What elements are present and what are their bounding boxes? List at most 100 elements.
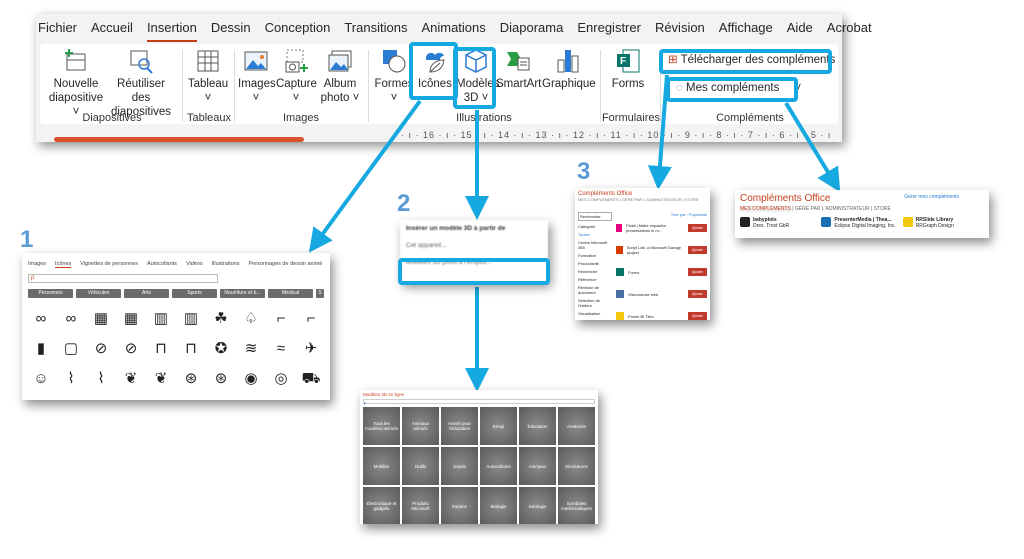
add-button[interactable]: Ajouter (687, 290, 707, 298)
3d-category-tile[interactable]: Éducation (519, 407, 556, 445)
manage-addins-link[interactable]: Gérer mes compléments (904, 194, 959, 200)
icon-tile[interactable]: ⊓ (148, 336, 174, 362)
tab-my-addins[interactable]: MES COMPLÉMENTS (740, 206, 791, 212)
tab-vignettes[interactable]: Vignettes de personnes (80, 261, 138, 268)
store-category[interactable]: Recherche (578, 269, 612, 274)
arrow-to-store (647, 74, 672, 190)
3d-category-tile[interactable]: Mobilier (363, 447, 400, 485)
icons-grid: ∞ ∞ ▦ ▦ ▥ ▥ ☘ ♤ ⌐ ⌐ ▮ ▢ ⊘ ⊘ ⊓ ⊓ ✪ ≋ ≈ ✈ ☺ ⌇ ⌇ ❦ ❦ ⊛ ⊛ ◉ ◎ ⛟ (22, 298, 330, 400)
store-categories: Toutes Centre Microsoft 365 Formation Produ… (578, 232, 612, 316)
store-category[interactable]: Révision de document (578, 285, 612, 295)
icon-tile[interactable]: ⛟ (298, 366, 324, 392)
3d-category-tile[interactable]: Géologie (519, 487, 556, 524)
add-button[interactable]: Ajouter (687, 224, 707, 232)
store-category[interactable]: Formation (578, 253, 612, 258)
icon-tile[interactable]: ≈ (268, 336, 294, 362)
icon-tile[interactable]: ▥ (148, 306, 174, 332)
category-chip[interactable]: Sports (172, 289, 217, 298)
3d-category-tile[interactable]: Anatomie (558, 407, 595, 445)
3d-category-tile[interactable]: Animaux animés (402, 407, 439, 445)
3d-category-tile[interactable]: Symboles mathématiques (558, 487, 595, 524)
store-category[interactable]: Productivité (578, 261, 612, 266)
tab-autocollants[interactable]: Autocollants (147, 261, 177, 268)
icon-tile[interactable]: ✈ (298, 336, 324, 362)
add-button[interactable]: Ajouter (687, 246, 707, 254)
icon-tile[interactable]: ∞ (58, 306, 84, 332)
icon-tile[interactable]: ▮ (28, 336, 54, 362)
tab-icones[interactable]: Icônes (55, 261, 72, 268)
icon-categories: Personnes Véhicules Arts Sports Nourritu… (22, 289, 330, 298)
tab-videos[interactable]: Vidéos (186, 261, 203, 268)
3d-category-tile[interactable]: Électronique et gadgets (363, 487, 400, 524)
icon-tile[interactable]: ▦ (118, 306, 144, 332)
icon-tile[interactable]: ⌇ (58, 366, 84, 392)
tab-images[interactable]: Images (28, 261, 46, 268)
arrow-to-my-addins (784, 101, 841, 193)
icon-tile[interactable]: ☺ (28, 366, 54, 392)
tab-illustrations[interactable]: Illustrations (212, 261, 240, 268)
store-category[interactable]: Centre Microsoft 365 (578, 240, 612, 250)
icon-tile[interactable]: ⊘ (118, 336, 144, 362)
icon-tile[interactable]: ▢ (58, 336, 84, 362)
category-chip[interactable]: Nourriture et b... (220, 289, 265, 298)
category-chip[interactable]: Personnes (28, 289, 73, 298)
addin-name: Power BI Tiles (628, 313, 654, 319)
store-category[interactable]: Sélection de l'éditeur (578, 298, 612, 308)
icon-tile[interactable]: ☘ (208, 306, 234, 332)
icon-tile[interactable]: ▥ (178, 306, 204, 332)
icon-tile[interactable]: ✪ (208, 336, 234, 362)
add-button[interactable]: Ajouter (687, 312, 707, 320)
store-category[interactable]: Toutes (578, 232, 612, 237)
my-addin-item[interactable]: babyplots Dres. Trost GbR (740, 217, 821, 229)
icon-tile[interactable]: ⌐ (268, 306, 294, 332)
icon-tile[interactable]: ⊛ (178, 366, 204, 392)
3d-category-tile[interactable]: Animaux (519, 447, 556, 485)
category-chip[interactable]: S (316, 289, 324, 298)
icon-tile[interactable]: ◉ (238, 366, 264, 392)
3d-category-tile[interactable]: Outils (402, 447, 439, 485)
icons-search-input[interactable]: ρ (28, 274, 218, 283)
my-addin-item[interactable]: RRSlide Library RRGraph Design (902, 217, 984, 229)
tab-personnages[interactable]: Personnages de dessin animé (248, 261, 322, 268)
icon-tile[interactable]: ◎ (268, 366, 294, 392)
icon-tile[interactable]: ❦ (118, 366, 144, 392)
category-chip[interactable]: Arts (124, 289, 169, 298)
3d-category-tile[interactable]: Espace (441, 487, 478, 524)
addin-logo-icon (740, 217, 750, 227)
icon-tile[interactable]: ⊓ (178, 336, 204, 362)
add-button[interactable]: Ajouter (687, 268, 707, 276)
icon-tile[interactable]: ⊘ (88, 336, 114, 362)
icon-tile[interactable]: ⌇ (88, 366, 114, 392)
3d-category-tile[interactable]: Animé pour l'éducation (441, 407, 478, 445)
store-category[interactable]: Référence (578, 277, 612, 282)
step-number-2: 2 (397, 190, 411, 217)
icon-tile[interactable]: ♤ (238, 306, 264, 332)
my-addins-panel: Compléments Office Gérer mes compléments… (735, 190, 989, 238)
my-addin-item[interactable]: PresenterMedia | Thea... Eclipse Digital … (821, 217, 902, 229)
menu-item-this-device[interactable]: Cet appareil... (400, 237, 548, 254)
icon-tile[interactable]: ⊛ (208, 366, 234, 392)
category-chip[interactable]: Médical (268, 289, 313, 298)
3d-categories-grid: Tous les modèles animés Animaux animés Ani… (360, 404, 598, 524)
3d-category-tile[interactable]: Jouets (441, 447, 478, 485)
3d-category-tile[interactable]: Biologie (480, 487, 517, 524)
icon-tile[interactable]: ⌐ (298, 306, 324, 332)
icon-tile[interactable]: ▦ (88, 306, 114, 332)
3d-category-tile[interactable]: Produits Microsoft (402, 487, 439, 524)
3d-category-tile[interactable]: Dinosaures (558, 447, 595, 485)
store-category[interactable]: Visualisation (578, 311, 612, 316)
store-search-input[interactable]: Rechercher (578, 212, 612, 221)
3d-category-tile[interactable]: Tous les modèles animés (363, 407, 400, 445)
icon-tile[interactable]: ❦ (148, 366, 174, 392)
store-item: Visionneuse web Ajouter (616, 283, 707, 305)
store-tabs[interactable]: MES COMPLÉMENTS | GÉRÉ PAR L'ADMINISTRAT… (578, 197, 707, 202)
icon-tile[interactable]: ≋ (238, 336, 264, 362)
tab-admin-managed[interactable]: GÉRÉ PAR L'ADMINISTRATEUR (795, 206, 870, 212)
icons-panel: Images Icônes Vignettes de personnes Aut… (22, 253, 330, 400)
3d-category-tile[interactable]: Emoji (480, 407, 517, 445)
icon-tile[interactable]: ∞ (28, 306, 54, 332)
3d-category-tile[interactable]: Autocollants (480, 447, 517, 485)
tab-store[interactable]: STORE (874, 206, 891, 212)
category-chip[interactable]: Véhicules (76, 289, 121, 298)
addin-publisher: Dres. Trost GbR (753, 223, 790, 229)
